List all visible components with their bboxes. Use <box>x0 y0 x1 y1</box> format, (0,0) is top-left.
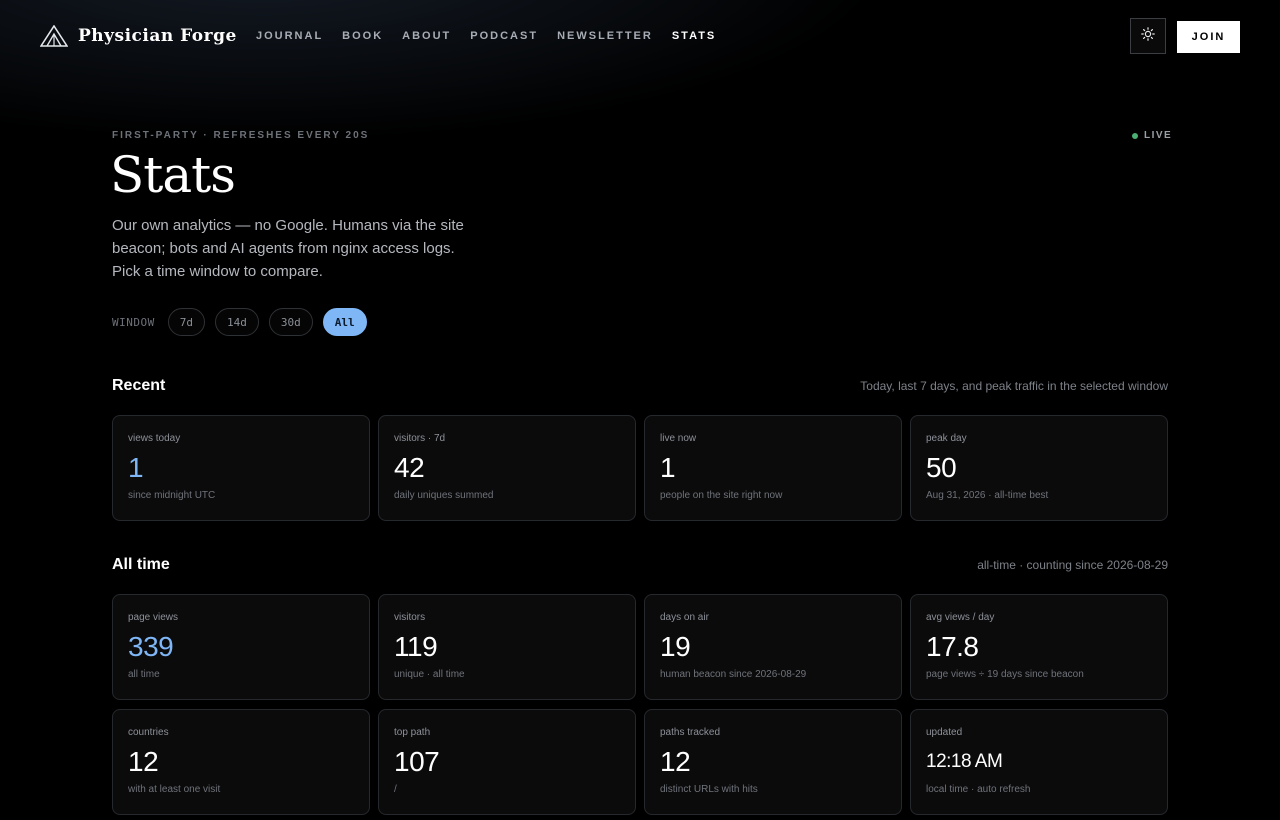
section-title-recent: Recent <box>112 377 166 394</box>
brand-name: Physician Forge <box>78 26 237 46</box>
stat-card-visitors: visitors 119 unique · all time <box>378 594 636 700</box>
recent-stats-grid: views today 1 since midnight UTC visitor… <box>112 415 1168 521</box>
stat-label: top path <box>394 727 431 738</box>
main-nav: JOURNAL BOOK ABOUT PODCAST NEWSLETTER ST… <box>256 30 735 42</box>
stat-label: days on air <box>660 612 709 623</box>
live-label: LIVE <box>1144 130 1173 141</box>
stat-value: 107 <box>394 746 440 777</box>
window-selector: WINDOW 7d 14d 30d All <box>112 308 377 336</box>
window-option-7d[interactable]: 7d <box>167 308 205 336</box>
join-button[interactable]: JOIN <box>1177 21 1240 53</box>
stat-card-days-on-air: days on air 19 human beacon since 2026-0… <box>644 594 902 700</box>
stat-caption: Aug 31, 2026 · all-time best <box>926 490 1049 501</box>
stat-caption: with at least one visit <box>128 784 221 795</box>
stat-card-page-views: page views 339 all time <box>112 594 370 700</box>
stat-caption: distinct URLs with hits <box>660 784 758 795</box>
window-label: WINDOW <box>112 315 155 329</box>
stat-value: 119 <box>394 631 438 662</box>
stat-label: visitors <box>394 612 426 623</box>
stat-card-updated: updated 12:18 AM local time · auto refre… <box>910 709 1168 815</box>
stat-caption: unique · all time <box>394 669 465 680</box>
stat-value: 339 <box>128 631 174 662</box>
alltime-stats-grid: page views 339 all time visitors 119 uni… <box>112 594 1168 815</box>
top-navigation: Physician Forge JOURNAL BOOK ABOUT PODCA… <box>0 0 1280 74</box>
stat-label: views today <box>128 433 181 444</box>
stat-card-visitors-7d: visitors · 7d 42 daily uniques summed <box>378 415 636 521</box>
theme-toggle-button[interactable] <box>1130 18 1166 54</box>
stat-label: peak day <box>926 433 967 444</box>
live-dot-icon <box>1132 132 1138 139</box>
stat-label: paths tracked <box>660 727 721 738</box>
stat-value: 12 <box>660 746 691 777</box>
stat-value: 12:18 AM <box>926 751 1003 772</box>
nav-book[interactable]: BOOK <box>342 30 383 42</box>
stat-caption: / <box>394 784 397 795</box>
stat-caption: local time · auto refresh <box>926 784 1031 795</box>
section-note-alltime: all-time · counting since 2026-08-29 <box>977 558 1168 572</box>
nav-podcast[interactable]: PODCAST <box>470 30 538 42</box>
nav-newsletter[interactable]: NEWSLETTER <box>557 30 653 42</box>
stat-label: avg views / day <box>926 612 995 623</box>
stat-label: countries <box>128 727 169 738</box>
stat-card-views-today: views today 1 since midnight UTC <box>112 415 370 521</box>
stat-value: 17.8 <box>926 631 979 662</box>
window-option-14d[interactable]: 14d <box>215 308 259 336</box>
nav-stats[interactable]: STATS <box>672 30 716 42</box>
stat-value: 12 <box>128 746 159 777</box>
section-note-recent: Today, last 7 days, and peak traffic in … <box>860 379 1168 393</box>
stat-caption: human beacon since 2026-08-29 <box>660 669 807 680</box>
stat-value: 1 <box>660 452 676 483</box>
stat-label: visitors · 7d <box>394 433 446 444</box>
stat-label: live now <box>660 433 697 444</box>
sun-icon <box>1141 26 1155 46</box>
nav-journal[interactable]: JOURNAL <box>256 30 323 42</box>
stat-value: 42 <box>394 452 425 483</box>
alltime-section-header: All time all-time · counting since 2026-… <box>112 556 1168 574</box>
stat-caption: all time <box>128 669 160 680</box>
stat-card-paths-tracked: paths tracked 12 distinct URLs with hits <box>644 709 902 815</box>
stat-caption: daily uniques summed <box>394 490 494 501</box>
window-option-all[interactable]: All <box>322 308 367 336</box>
brand-logo[interactable]: Physician Forge <box>40 25 237 47</box>
stat-label: page views <box>128 612 179 623</box>
page-description: Our own analytics — no Google. Humans vi… <box>112 217 464 280</box>
stat-card-avg-views-per-day: avg views / day 17.8 page views ÷ 19 day… <box>910 594 1168 700</box>
stat-caption: page views ÷ 19 days since beacon <box>926 669 1084 680</box>
live-indicator: LIVE <box>1132 130 1172 141</box>
stat-caption: since midnight UTC <box>128 490 216 501</box>
section-title-alltime: All time <box>112 556 170 573</box>
page-eyebrow: FIRST-PARTY · REFRESHES EVERY 20S <box>112 130 370 141</box>
nav-about[interactable]: ABOUT <box>402 30 451 42</box>
stat-value: 50 <box>926 452 957 483</box>
stat-card-countries: countries 12 with at least one visit <box>112 709 370 815</box>
stat-label: updated <box>926 727 963 738</box>
recent-section-header: Recent Today, last 7 days, and peak traf… <box>112 377 1168 395</box>
stat-caption: people on the site right now <box>660 490 783 501</box>
stat-card-peak-day: peak day 50 Aug 31, 2026 · all-time best <box>910 415 1168 521</box>
triangle-mountain-icon <box>40 25 68 47</box>
stat-value: 1 <box>128 452 144 483</box>
window-option-30d[interactable]: 30d <box>268 308 313 336</box>
stat-value: 19 <box>660 631 691 662</box>
stat-card-top-path: top path 107 / <box>378 709 636 815</box>
stat-card-live-now: live now 1 people on the site right now <box>644 415 902 521</box>
page-title: Stats <box>110 146 236 204</box>
